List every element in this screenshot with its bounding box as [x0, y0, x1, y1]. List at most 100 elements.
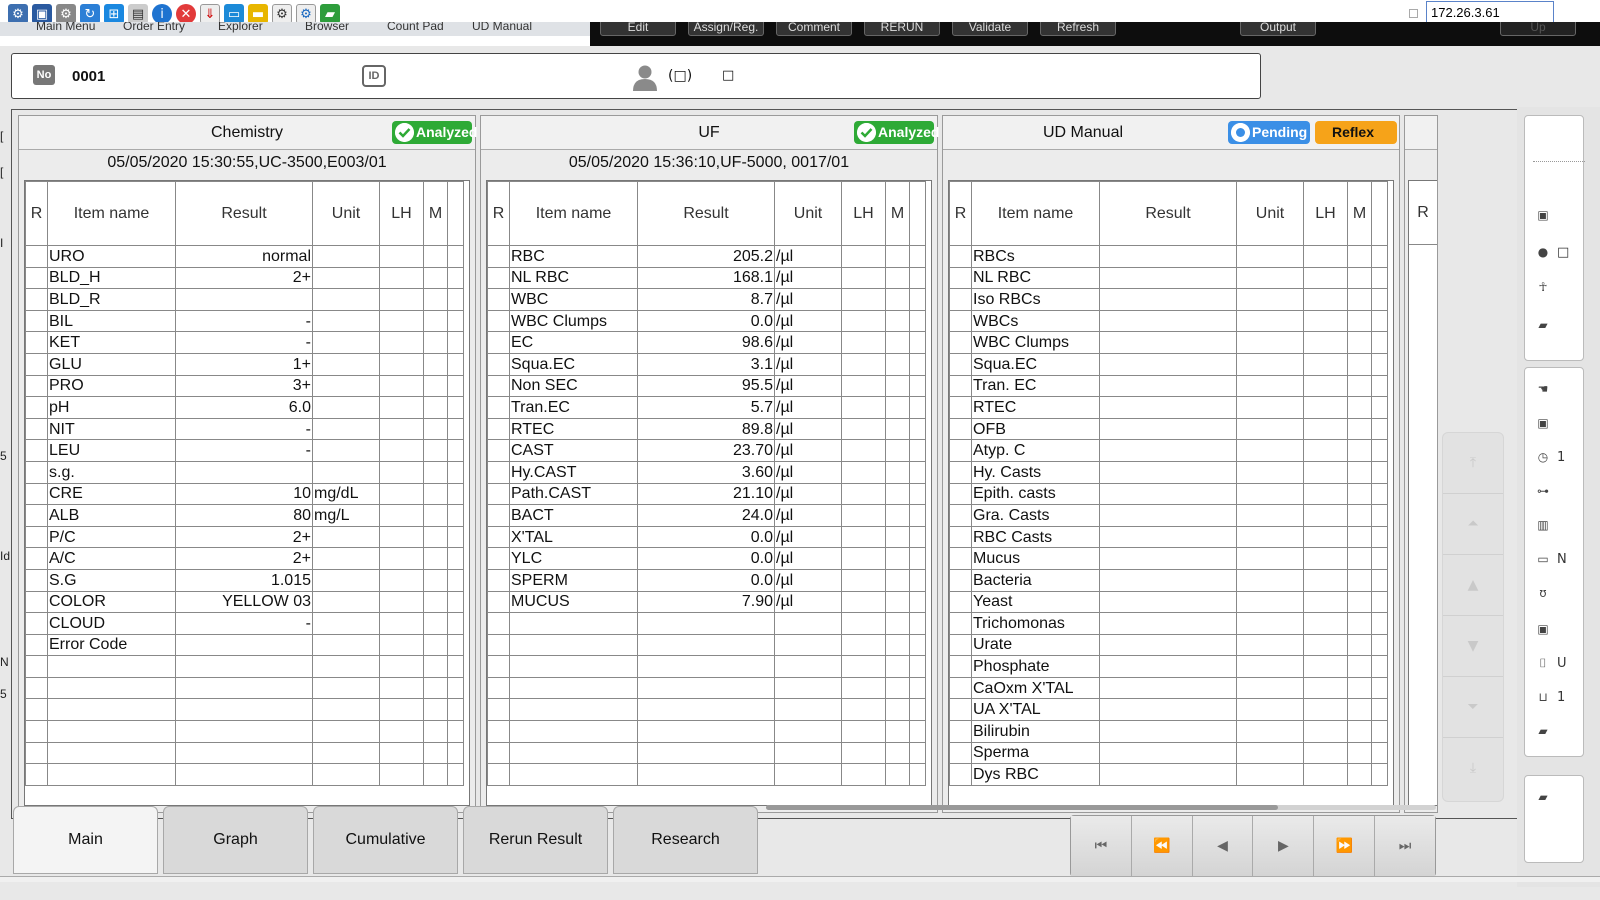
sidebar-item-ward[interactable]: ▭ N — [1535, 548, 1585, 570]
table-row[interactable]: Non SEC 95.5/µl — [487, 374, 926, 398]
column-header-item-name[interactable]: Item name — [47, 181, 176, 246]
cell-m[interactable] — [423, 633, 448, 657]
cell-m[interactable] — [1347, 439, 1372, 462]
cell-item-name[interactable]: Mucus — [971, 547, 1100, 570]
cell-r[interactable] — [25, 525, 48, 549]
cell-unit[interactable] — [1236, 352, 1304, 376]
cell-result[interactable]: YELLOW 03 — [175, 590, 313, 614]
cell-m[interactable] — [423, 331, 448, 354]
table-row[interactable]: Tran. EC — [949, 374, 1388, 398]
cell-lh[interactable] — [841, 396, 886, 419]
table-row[interactable]: LEU - — [25, 439, 464, 462]
cell-m[interactable] — [423, 439, 448, 462]
first-record-button[interactable]: ⏮ — [1071, 816, 1132, 876]
cell-unit[interactable]: /µl — [774, 460, 842, 484]
sidebar-item-doctor[interactable]: ʊ — [1535, 582, 1585, 604]
table-row[interactable]: Path.CAST 21.10/µl — [487, 482, 926, 506]
cell-m[interactable] — [1347, 698, 1372, 722]
cell-unit[interactable]: /µl — [774, 396, 842, 419]
cell-lh[interactable] — [1303, 763, 1348, 786]
cell-lh[interactable] — [841, 568, 886, 592]
cell-unit[interactable]: /µl — [774, 245, 842, 268]
cell-r[interactable] — [487, 698, 510, 722]
cell-result[interactable]: - — [175, 331, 313, 354]
cell-unit[interactable] — [774, 612, 842, 635]
table-row[interactable]: GLU 1+ — [25, 352, 464, 376]
id-icon[interactable]: ID — [362, 65, 386, 87]
menu-count-pad[interactable]: Count Pad — [387, 22, 444, 33]
cell-unit[interactable] — [312, 266, 380, 290]
table-row[interactable]: CLOUD - — [25, 612, 464, 635]
cell-item-name[interactable]: GLU — [47, 352, 176, 376]
table-row[interactable]: Squa.EC — [949, 352, 1388, 376]
cell-lh[interactable] — [1303, 288, 1348, 311]
cell-unit[interactable] — [1236, 568, 1304, 592]
cell-result[interactable] — [175, 720, 313, 743]
cell-r[interactable] — [487, 547, 510, 570]
refresh-button[interactable]: Refresh — [1040, 22, 1116, 36]
cell-lh[interactable] — [1303, 633, 1348, 657]
column-header-unit[interactable]: Unit — [774, 181, 842, 246]
download-icon[interactable]: ⇓ — [200, 4, 220, 24]
cell-m[interactable] — [423, 676, 448, 700]
cell-lh[interactable] — [379, 720, 424, 743]
cell-lh[interactable] — [1303, 590, 1348, 614]
cell-unit[interactable]: /µl — [774, 547, 842, 570]
cell-item-name[interactable]: COLOR — [47, 590, 176, 614]
cell-unit[interactable] — [1236, 309, 1304, 333]
cell-r[interactable] — [487, 245, 510, 268]
cell-result[interactable]: 80 — [175, 504, 313, 527]
cell-r[interactable] — [487, 439, 510, 462]
cell-r[interactable] — [487, 655, 510, 678]
column-header-result[interactable]: Result — [637, 181, 775, 246]
cell-lh[interactable] — [379, 504, 424, 527]
sidebar-item-number-2[interactable]: ▣ — [1535, 618, 1585, 640]
cell-r[interactable] — [25, 439, 48, 462]
table-row[interactable]: RBC 205.2/µl — [487, 245, 926, 268]
cell-lh[interactable] — [379, 741, 424, 765]
cell-lh[interactable] — [841, 460, 886, 484]
cell-result[interactable] — [1099, 504, 1237, 527]
cell-item-name[interactable]: RBCs — [971, 245, 1100, 268]
cell-unit[interactable] — [1236, 504, 1304, 527]
table-row[interactable]: Squa.EC 3.1/µl — [487, 352, 926, 376]
cell-lh[interactable] — [841, 547, 886, 570]
cell-m[interactable] — [1347, 504, 1372, 527]
sidebar-item-facility[interactable]: ▥ — [1535, 514, 1585, 536]
cell-result[interactable] — [1099, 590, 1237, 614]
cell-item-name[interactable] — [509, 633, 638, 657]
cell-unit[interactable] — [312, 612, 380, 635]
table-row[interactable] — [487, 612, 926, 635]
cell-item-name[interactable]: Epith. casts — [971, 482, 1100, 506]
cell-result[interactable] — [175, 460, 313, 484]
cell-result[interactable]: 0.0 — [637, 568, 775, 592]
cell-lh[interactable] — [841, 633, 886, 657]
table-row[interactable]: s.g. — [25, 460, 464, 484]
cell-m[interactable] — [423, 245, 448, 268]
cell-r[interactable] — [949, 396, 972, 419]
cell-lh[interactable] — [841, 352, 886, 376]
cell-unit[interactable]: /µl — [774, 374, 842, 398]
cell-unit[interactable] — [774, 655, 842, 678]
column-header-item-name[interactable]: Item name — [509, 181, 638, 246]
cell-item-name[interactable]: Tran.EC — [509, 396, 638, 419]
cell-m[interactable] — [1347, 396, 1372, 419]
cell-r[interactable] — [487, 633, 510, 657]
cell-lh[interactable] — [841, 612, 886, 635]
cell-m[interactable] — [1347, 676, 1372, 700]
cell-unit[interactable] — [1236, 245, 1304, 268]
column-header-r[interactable]: R — [25, 181, 48, 246]
cell-result[interactable] — [1099, 633, 1237, 657]
cell-unit[interactable] — [312, 655, 380, 678]
cell-r[interactable] — [949, 655, 972, 678]
cell-result[interactable] — [637, 741, 775, 765]
cell-r[interactable] — [949, 288, 972, 311]
cell-r[interactable] — [949, 504, 972, 527]
cell-r[interactable] — [25, 720, 48, 743]
cell-result[interactable] — [637, 612, 775, 635]
next-page-button[interactable]: ⏩ — [1314, 816, 1376, 876]
table-row[interactable] — [487, 633, 926, 657]
document-icon[interactable]: ▤ — [128, 4, 148, 24]
cell-m[interactable] — [1347, 655, 1372, 678]
cell-item-name[interactable]: Trichomonas — [971, 612, 1100, 635]
